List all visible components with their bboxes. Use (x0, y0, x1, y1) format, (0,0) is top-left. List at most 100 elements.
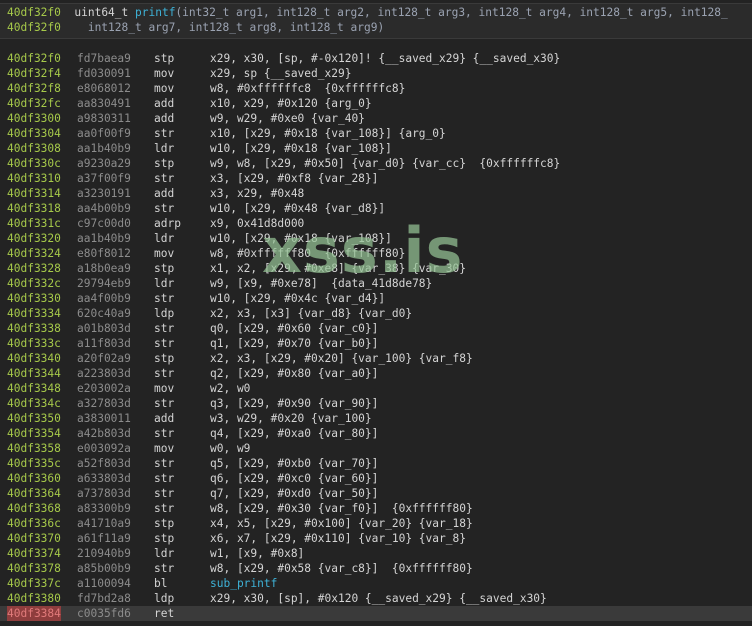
instruction-address[interactable]: 40df32fc (7, 96, 61, 111)
instruction-address[interactable]: 40df3330 (7, 291, 61, 306)
instruction-address[interactable]: 40df3308 (7, 141, 61, 156)
instruction-row[interactable]: 40df3338 a01b803d str q0, [x29, #0x60 {var_… (0, 321, 752, 336)
instruction-operands: x29, x30, [sp, #-0x120]! {__saved_x29} {… (210, 52, 561, 65)
instruction-row[interactable]: 40df3340 a20f02a9 stp x2, x3, [x29, #0x20] … (0, 351, 752, 366)
instruction-address[interactable]: 40df3364 (7, 486, 61, 501)
instruction-address[interactable]: 40df3380 (7, 591, 61, 606)
instruction-address[interactable]: 40df3320 (7, 231, 61, 246)
instruction-address[interactable]: 40df330c (7, 156, 61, 171)
instruction-operands: w8, [x29, #0x58 {var_c8}] {0xffffff80} (210, 562, 473, 575)
instruction-address[interactable]: 40df3300 (7, 111, 61, 126)
instruction-row[interactable]: 40df337c a1100094 bl sub_printf (0, 576, 752, 591)
instruction-row[interactable]: 40df3344 a223803d str q2, [x29, #0x80 {var_… (0, 366, 752, 381)
instruction-address[interactable]: 40df3378 (7, 561, 61, 576)
instruction-address[interactable]: 40df3360 (7, 471, 61, 486)
instruction-address[interactable]: 40df3384 (7, 606, 61, 621)
return-type[interactable]: uint64_t (74, 6, 128, 19)
instruction-mnemonic: str (154, 202, 175, 215)
instruction-address[interactable]: 40df335c (7, 456, 61, 471)
instruction-row[interactable]: 40df3324 e80f8012 mov w8, #0xffffff80 {0xff… (0, 246, 752, 261)
instruction-address[interactable]: 40df3358 (7, 441, 61, 456)
instruction-address[interactable]: 40df3350 (7, 411, 61, 426)
function-address-2[interactable]: 40df32f0 (7, 21, 61, 34)
instruction-address[interactable]: 40df3340 (7, 351, 61, 366)
instruction-address[interactable]: 40df3368 (7, 501, 61, 516)
instruction-address[interactable]: 40df336c (7, 516, 61, 531)
instruction-row[interactable]: 40df3308 aa1b40b9 ldr w10, [x29, #0x18 {var… (0, 141, 752, 156)
instruction-mnemonic: ldr (154, 277, 175, 290)
instruction-operands: q5, [x29, #0xb0 {var_70}] (210, 457, 379, 470)
instruction-row[interactable]: 40df3330 aa4f00b9 str w10, [x29, #0x4c {var… (0, 291, 752, 306)
instruction-address[interactable]: 40df331c (7, 216, 61, 231)
instruction-row[interactable]: 40df3358 e003092a mov w0, w9 (0, 441, 752, 456)
instruction-row[interactable]: 40df332c 29794eb9 ldr w9, [x9, #0xe78] {dat… (0, 276, 752, 291)
instruction-mnemonic: str (154, 487, 175, 500)
instruction-row[interactable]: 40df336c a41710a9 stp x4, x5, [x29, #0x100]… (0, 516, 752, 531)
instruction-row[interactable]: 40df3348 e203002a mov w2, w0 (0, 381, 752, 396)
instruction-row[interactable]: 40df3384 c0035fd6 ret (0, 606, 752, 621)
instruction-operands: q3, [x29, #0x90 {var_90}] (210, 397, 379, 410)
instruction-address[interactable]: 40df3310 (7, 171, 61, 186)
instruction-row[interactable]: 40df3318 aa4b00b9 str w10, [x29, #0x48 {var… (0, 201, 752, 216)
instruction-row[interactable]: 40df3334 620c40a9 ldp x2, x3, [x3] {var_d8}… (0, 306, 752, 321)
function-name[interactable]: printf (135, 6, 175, 19)
instruction-row[interactable]: 40df3364 a737803d str q7, [x29, #0xd0 {var_… (0, 486, 752, 501)
instruction-address[interactable]: 40df32f4 (7, 66, 61, 81)
instruction-bytes: e8068012 (77, 82, 131, 95)
instruction-row[interactable]: 40df3304 aa0f00f9 str x10, [x29, #0x18 {var… (0, 126, 752, 141)
instruction-address[interactable]: 40df3370 (7, 531, 61, 546)
instruction-row[interactable]: 40df3314 a3230191 add x3, x29, #0x48 (0, 186, 752, 201)
instruction-row[interactable]: 40df3300 a9830311 add w9, w29, #0xe0 {var_4… (0, 111, 752, 126)
instruction-row[interactable]: 40df3370 a61f11a9 stp x6, x7, [x29, #0x110]… (0, 531, 752, 546)
instruction-bytes: a01b803d (77, 322, 131, 335)
instruction-address[interactable]: 40df3344 (7, 366, 61, 381)
instruction-row[interactable]: 40df3368 a83300b9 str w8, [x29, #0x30 {var_… (0, 501, 752, 516)
instruction-row[interactable]: 40df331c c97c00d0 adrp x9, 0x41d8d000 (0, 216, 752, 231)
instruction-operands: x6, x7, [x29, #0x110] {var_10} {var_8} (210, 532, 466, 545)
instruction-row[interactable]: 40df32f8 e8068012 mov w8, #0xffffffc8 {0xff… (0, 81, 752, 96)
instruction-row[interactable]: 40df3374 210940b9 ldr w1, [x9, #0x8] (0, 546, 752, 561)
instruction-address[interactable]: 40df3318 (7, 201, 61, 216)
instruction-address[interactable]: 40df3374 (7, 546, 61, 561)
instruction-row[interactable]: 40df3378 a85b00b9 str w8, [x29, #0x58 {var_… (0, 561, 752, 576)
instruction-mnemonic: stp (154, 157, 175, 170)
instruction-row[interactable]: 40df3320 aa1b40b9 ldr w10, [x29, #0x18 {var… (0, 231, 752, 246)
instruction-row[interactable]: 40df3354 a42b803d str q4, [x29, #0xa0 {var_… (0, 426, 752, 441)
instruction-bytes: aa4b00b9 (77, 202, 131, 215)
instruction-address[interactable]: 40df3348 (7, 381, 61, 396)
instruction-row[interactable]: 40df3380 fd7bd2a8 ldp x29, x30, [sp], #0x12… (0, 591, 752, 606)
instruction-operands: x2, x3, [x3] {var_d8} {var_d0} (210, 307, 413, 320)
instruction-operands[interactable]: sub_printf (210, 576, 277, 591)
instruction-address[interactable]: 40df3338 (7, 321, 61, 336)
instruction-row[interactable]: 40df333c a11f803d str q1, [x29, #0x70 {var_… (0, 336, 752, 351)
function-address[interactable]: 40df32f0 (7, 6, 61, 19)
instruction-row[interactable]: 40df3310 a37f00f9 str x3, [x29, #0xf8 {var_… (0, 171, 752, 186)
instruction-address[interactable]: 40df333c (7, 336, 61, 351)
instruction-row[interactable]: 40df335c a52f803d str q5, [x29, #0xb0 {var_… (0, 456, 752, 471)
instruction-operands: w10, [x29, #0x4c {var_d4}] (210, 292, 386, 305)
instruction-row[interactable]: 40df32f4 fd030091 mov x29, sp {__saved_x29} (0, 66, 752, 81)
instruction-row[interactable]: 40df3328 a18b0ea9 stp x1, x2, [x29, #0xe8] … (0, 261, 752, 276)
instruction-operands: w10, [x29, #0x18 {var_108}] (210, 142, 392, 155)
instruction-address[interactable]: 40df337c (7, 576, 61, 591)
instruction-address[interactable]: 40df332c (7, 276, 61, 291)
instruction-address[interactable]: 40df3314 (7, 186, 61, 201)
instruction-row[interactable]: 40df334c a327803d str q3, [x29, #0x90 {var_… (0, 396, 752, 411)
instruction-address[interactable]: 40df32f0 (7, 51, 61, 66)
instruction-row[interactable]: 40df330c a9230a29 stp w9, w8, [x29, #0x50] … (0, 156, 752, 171)
instruction-address[interactable]: 40df3328 (7, 261, 61, 276)
instruction-address[interactable]: 40df334c (7, 396, 61, 411)
instruction-address[interactable]: 40df3304 (7, 126, 61, 141)
instruction-address[interactable]: 40df3324 (7, 246, 61, 261)
instruction-bytes: a633803d (77, 472, 131, 485)
instruction-row[interactable]: 40df3350 a3830011 add w3, w29, #0x20 {var_1… (0, 411, 752, 426)
instruction-address[interactable]: 40df3354 (7, 426, 61, 441)
instruction-address[interactable]: 40df32f8 (7, 81, 61, 96)
instruction-row[interactable]: 40df32fc aa830491 add x10, x29, #0x120 {arg… (0, 96, 752, 111)
instruction-bytes: a85b00b9 (77, 562, 131, 575)
instruction-bytes: a37f00f9 (77, 172, 131, 185)
instruction-row[interactable]: 40df32f0 fd7baea9 stp x29, x30, [sp, #-0x12… (0, 51, 752, 66)
instruction-row[interactable]: 40df3360 a633803d str q6, [x29, #0xc0 {var_… (0, 471, 752, 486)
instruction-address[interactable]: 40df3334 (7, 306, 61, 321)
instruction-bytes: e80f8012 (77, 247, 131, 260)
